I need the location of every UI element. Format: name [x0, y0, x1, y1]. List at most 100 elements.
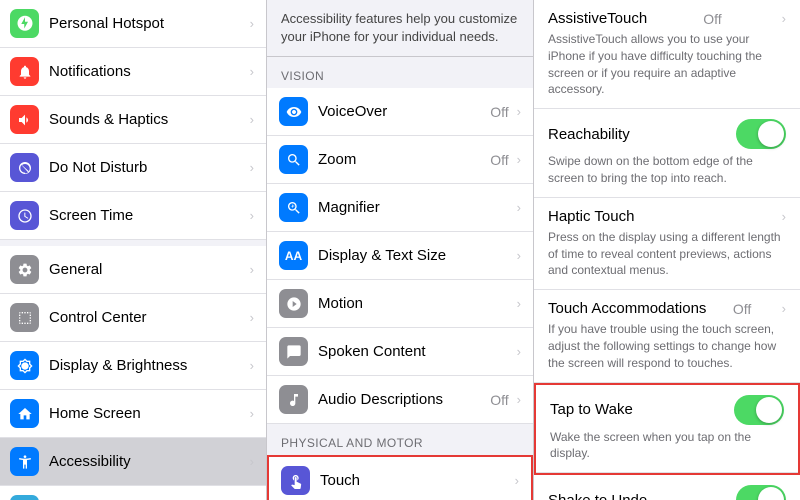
sidebar-item-label-accessibility: Accessibility	[49, 453, 246, 470]
sidebar-item-wallpaper[interactable]: Wallpaper ›	[0, 486, 266, 500]
detail-row-tap-to-wake: Tap to Wake Wake the screen when you tap…	[536, 385, 798, 474]
toggle-knob	[758, 121, 784, 147]
chevron-icon: ›	[782, 209, 786, 224]
tap-to-wake-title: Tap to Wake	[550, 401, 633, 418]
acc-item-zoom[interactable]: Zoom Off ›	[267, 136, 533, 184]
acc-item-touch[interactable]: Touch ›	[269, 457, 531, 500]
acc-label-touch: Touch	[320, 472, 511, 489]
chevron-icon: ›	[515, 473, 519, 488]
sidebar-item-label-display-brightness: Display & Brightness	[49, 357, 246, 374]
acc-item-audio-descriptions[interactable]: Audio Descriptions Off ›	[267, 376, 533, 424]
shake-to-undo-title: Shake to Undo	[548, 492, 647, 500]
toggle-knob	[756, 397, 782, 423]
settings-sidebar: Personal Hotspot › Notifications › Sound…	[0, 0, 267, 500]
sidebar-item-general[interactable]: General ›	[0, 246, 266, 294]
assistive-touch-value: Off	[703, 11, 721, 27]
haptic-touch-title: Haptic Touch	[548, 208, 634, 225]
chevron-icon: ›	[782, 301, 786, 316]
sidebar-item-do-not-disturb[interactable]: Do Not Disturb ›	[0, 144, 266, 192]
chevron-icon: ›	[250, 64, 254, 79]
acc-value-audio-descriptions: Off	[490, 392, 508, 408]
personal-hotspot-icon	[10, 9, 39, 38]
chevron-icon: ›	[517, 248, 521, 263]
sidebar-item-notifications[interactable]: Notifications ›	[0, 48, 266, 96]
chevron-icon: ›	[517, 152, 521, 167]
acc-item-magnifier[interactable]: Magnifier ›	[267, 184, 533, 232]
spoken-content-icon	[279, 337, 308, 366]
acc-label-display-text-size: Display & Text Size	[318, 247, 513, 264]
sidebar-item-accessibility[interactable]: Accessibility ›	[0, 438, 266, 486]
sidebar-item-home-screen[interactable]: Home Screen ›	[0, 390, 266, 438]
chevron-icon: ›	[517, 296, 521, 311]
do-not-disturb-icon	[10, 153, 39, 182]
sidebar-item-personal-hotspot[interactable]: Personal Hotspot ›	[0, 0, 266, 48]
chevron-icon: ›	[250, 160, 254, 175]
chevron-icon: ›	[250, 262, 254, 277]
touch-accommodations-value: Off	[733, 301, 751, 317]
magnifier-icon	[279, 193, 308, 222]
sidebar-item-sounds-haptics[interactable]: Sounds & Haptics ›	[0, 96, 266, 144]
chevron-icon: ›	[250, 406, 254, 421]
chevron-icon: ›	[517, 392, 521, 407]
shake-to-undo-toggle[interactable]	[736, 485, 786, 500]
touch-accommodations-header: Touch Accommodations Off ›	[548, 300, 786, 317]
reachability-desc: Swipe down on the bottom edge of the scr…	[548, 153, 786, 187]
detail-row-assistive-touch: AssistiveTouch Off › AssistiveTouch allo…	[534, 0, 800, 109]
chevron-icon: ›	[517, 104, 521, 119]
reachability-title: Reachability	[548, 126, 630, 143]
sidebar-item-screen-time[interactable]: Screen Time ›	[0, 192, 266, 240]
chevron-icon: ›	[250, 358, 254, 373]
acc-label-voiceover: VoiceOver	[318, 103, 490, 120]
acc-label-spoken-content: Spoken Content	[318, 343, 513, 360]
reachability-toggle[interactable]	[736, 119, 786, 149]
display-brightness-icon	[10, 351, 39, 380]
acc-item-display-text-size[interactable]: AA Display & Text Size ›	[267, 232, 533, 280]
home-screen-icon	[10, 399, 39, 428]
audio-descriptions-icon	[279, 385, 308, 414]
chevron-icon: ›	[250, 16, 254, 31]
touch-detail-panel: AssistiveTouch Off › AssistiveTouch allo…	[534, 0, 800, 500]
tap-to-wake-highlight: Tap to Wake Wake the screen when you tap…	[534, 383, 800, 476]
tap-to-wake-desc: Wake the screen when you tap on the disp…	[550, 429, 784, 463]
sidebar-item-label-control-center: Control Center	[49, 309, 246, 326]
vision-group: VoiceOver Off › Zoom Off › Magnifier › A…	[267, 88, 533, 424]
detail-row-shake-to-undo: Shake to Undo If you tend to shake your …	[534, 475, 800, 500]
chevron-icon: ›	[250, 310, 254, 325]
notifications-icon	[10, 57, 39, 86]
sidebar-item-label-personal-hotspot: Personal Hotspot	[49, 15, 246, 32]
touch-icon	[281, 466, 310, 495]
zoom-icon	[279, 145, 308, 174]
display-text-size-icon: AA	[279, 241, 308, 270]
physical-motor-group: Touch › Face ID & Attention › Switch Con…	[267, 455, 533, 500]
acc-value-zoom: Off	[490, 152, 508, 168]
haptic-touch-desc: Press on the display using a different l…	[548, 229, 786, 279]
sidebar-item-control-center[interactable]: Control Center ›	[0, 294, 266, 342]
chevron-icon: ›	[517, 344, 521, 359]
acc-item-motion[interactable]: Motion ›	[267, 280, 533, 328]
physical-motor-section-header: PHYSICAL AND MOTOR	[267, 424, 533, 455]
sidebar-item-label-screen-time: Screen Time	[49, 207, 246, 224]
sidebar-item-label-notifications: Notifications	[49, 63, 246, 80]
acc-item-voiceover[interactable]: VoiceOver Off ›	[267, 88, 533, 136]
control-center-icon	[10, 303, 39, 332]
sidebar-item-display-brightness[interactable]: Display & Brightness ›	[0, 342, 266, 390]
acc-item-spoken-content[interactable]: Spoken Content ›	[267, 328, 533, 376]
sidebar-item-label-general: General	[49, 261, 246, 278]
chevron-icon: ›	[250, 454, 254, 469]
acc-label-magnifier: Magnifier	[318, 199, 509, 216]
chevron-icon: ›	[250, 208, 254, 223]
sidebar-item-label-home-screen: Home Screen	[49, 405, 246, 422]
touch-accommodations-desc: If you have trouble using the touch scre…	[548, 321, 786, 371]
sidebar-item-label-sounds-haptics: Sounds & Haptics	[49, 111, 246, 128]
chevron-icon: ›	[517, 200, 521, 215]
wallpaper-icon	[10, 495, 39, 500]
motion-icon	[279, 289, 308, 318]
accessibility-list: Accessibility features help you customiz…	[267, 0, 534, 500]
tap-to-wake-toggle[interactable]	[734, 395, 784, 425]
touch-highlight-border: Touch ›	[267, 455, 533, 500]
accessibility-icon	[10, 447, 39, 476]
shake-to-undo-header: Shake to Undo	[548, 485, 786, 500]
settings-group-1: Notifications › Sounds & Haptics › Do No…	[0, 48, 266, 240]
screen-time-icon	[10, 201, 39, 230]
detail-row-haptic-touch: Haptic Touch › Press on the display usin…	[534, 198, 800, 290]
